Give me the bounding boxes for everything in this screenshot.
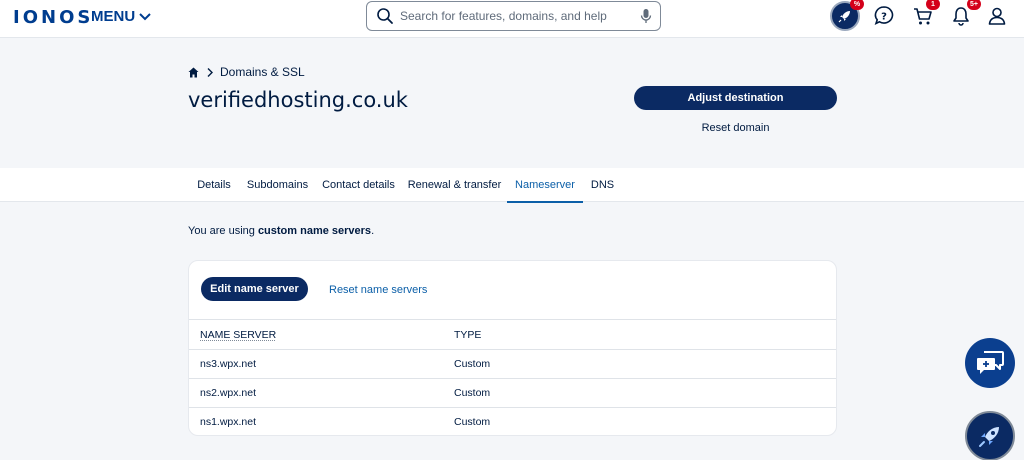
user-icon — [988, 7, 1006, 25]
help-button[interactable]: ? — [868, 0, 900, 32]
rocket-icon — [979, 427, 999, 447]
tab-subdomains[interactable]: Subdomains — [240, 168, 315, 202]
reset-domain-link[interactable]: Reset domain — [634, 122, 837, 134]
notifications-badge: 5+ — [967, 0, 981, 10]
nameserver-type: Custom — [454, 358, 491, 370]
help-chat-icon: ? — [874, 6, 894, 26]
table-row: ns3.wpx.net Custom — [189, 349, 836, 378]
chevron-right-icon — [207, 67, 213, 77]
domain-header: Domains & SSL verifiedhosting.co.uk Adju… — [0, 38, 1024, 168]
search-box[interactable] — [366, 1, 661, 31]
top-navigation-bar: IONOS MENU % ? 1 5+ — [0, 0, 1024, 38]
search-icon — [377, 8, 393, 24]
promo-badge: % — [850, 0, 864, 10]
menu-button[interactable]: MENU — [91, 8, 151, 25]
tab-nameserver[interactable]: Nameserver — [507, 168, 583, 203]
search-input[interactable] — [400, 3, 639, 29]
cart-badge: 1 — [926, 0, 940, 10]
home-icon[interactable] — [188, 67, 199, 78]
status-value: custom name servers — [257, 225, 372, 237]
tab-dns[interactable]: DNS — [583, 168, 622, 202]
table-header-row: NAME SERVER TYPE — [189, 319, 836, 349]
tab-renewal-transfer[interactable]: Renewal & transfer — [402, 168, 507, 202]
nameserver-value: ns1.wpx.net — [200, 416, 257, 428]
table-row: ns2.wpx.net Custom — [189, 378, 836, 407]
status-suffix: . — [371, 225, 375, 237]
account-button[interactable] — [981, 0, 1013, 32]
column-header-name-server[interactable]: NAME SERVER — [200, 320, 276, 349]
svg-text:?: ? — [881, 12, 887, 23]
nameserver-card: Edit name server Reset name servers NAME… — [188, 260, 837, 436]
adjust-destination-button[interactable]: Adjust destination — [634, 86, 837, 110]
breadcrumb: Domains & SSL — [188, 65, 305, 79]
tab-contact-details[interactable]: Contact details — [315, 168, 402, 202]
table-row: ns1.wpx.net Custom — [189, 407, 836, 435]
nameserver-value: ns2.wpx.net — [200, 387, 257, 399]
page-title: verifiedhosting.co.uk — [188, 88, 408, 112]
nameserver-table: NAME SERVER TYPE ns3.wpx.net Custom ns2.… — [189, 319, 836, 435]
chevron-down-icon — [139, 12, 151, 20]
microphone-icon[interactable] — [639, 8, 653, 24]
breadcrumb-domains-link[interactable]: Domains & SSL — [220, 65, 305, 79]
status-prefix: You are using — [188, 225, 258, 237]
nameserver-status-text: You are using custom name servers. — [188, 225, 374, 237]
promo-button[interactable]: % — [829, 0, 864, 32]
nameserver-type: Custom — [454, 387, 491, 399]
domain-tabs: Details Subdomains Contact details Renew… — [0, 168, 1024, 203]
nameserver-type: Custom — [454, 416, 491, 428]
chat-bubbles-icon — [977, 351, 1004, 374]
menu-label: MENU — [91, 8, 136, 25]
chat-support-button[interactable] — [965, 338, 1015, 388]
reset-name-servers-link[interactable]: Reset name servers — [329, 284, 427, 296]
rocket-launch-button[interactable] — [965, 411, 1015, 461]
cart-button[interactable]: 1 — [907, 0, 940, 32]
page-bottom-strip — [0, 460, 1024, 468]
edit-name-server-button[interactable]: Edit name server — [201, 277, 308, 301]
notifications-button[interactable]: 5+ — [945, 0, 981, 32]
nameserver-value: ns3.wpx.net — [200, 358, 257, 370]
tab-details[interactable]: Details — [188, 168, 240, 202]
column-header-type: TYPE — [454, 328, 482, 341]
ionos-logo[interactable]: IONOS — [13, 7, 93, 28]
